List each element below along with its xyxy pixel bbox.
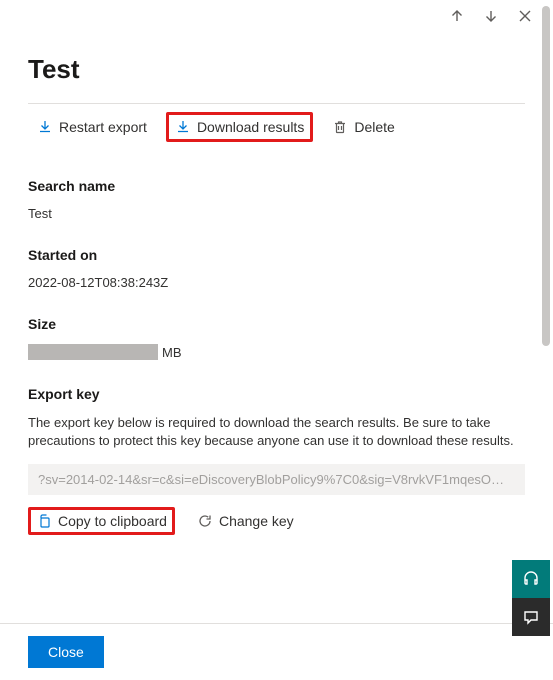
panel-footer: Close [0,623,553,680]
help-headset-button[interactable] [512,560,550,598]
started-on-label: Started on [28,247,525,263]
scrollbar[interactable] [542,6,550,346]
size-section: Size MB [28,316,525,360]
download-icon [175,119,191,135]
export-key-value[interactable]: ?sv=2014-02-14&sr=c&si=eDiscoveryBlobPol… [28,464,525,495]
feedback-button[interactable] [512,598,550,636]
size-value-row: MB [28,344,525,360]
copy-to-clipboard-button[interactable]: Copy to clipboard [28,507,175,535]
copy-label: Copy to clipboard [58,513,167,529]
toolbar: Restart export Download results Delete [28,112,525,142]
close-button[interactable]: Close [28,636,104,668]
export-details-panel: Test Restart export Download results Del… [0,0,553,680]
trash-icon [332,119,348,135]
change-key-button[interactable]: Change key [189,507,302,535]
delete-label: Delete [354,119,394,135]
download-icon [37,119,53,135]
floating-buttons [512,560,550,636]
refresh-icon [197,513,213,529]
export-key-label: Export key [28,386,525,402]
size-redacted [28,344,158,360]
change-key-label: Change key [219,513,294,529]
close-icon[interactable] [517,8,533,27]
copy-icon [36,513,52,529]
export-key-description: The export key below is required to down… [28,414,525,450]
export-key-section: Export key The export key below is requi… [28,386,525,535]
started-on-section: Started on 2022-08-12T08:38:243Z [28,247,525,290]
divider [28,103,525,104]
headset-icon [522,570,540,588]
restart-export-button[interactable]: Restart export [28,112,156,142]
search-name-value: Test [28,206,525,221]
download-results-label: Download results [197,119,304,135]
restart-export-label: Restart export [59,119,147,135]
download-results-button[interactable]: Download results [166,112,313,142]
chat-icon [522,608,540,626]
size-label: Size [28,316,525,332]
search-name-label: Search name [28,178,525,194]
page-title: Test [28,54,525,85]
started-on-value: 2022-08-12T08:38:243Z [28,275,525,290]
size-unit: MB [162,345,182,360]
arrow-up-icon[interactable] [449,8,465,27]
delete-button[interactable]: Delete [323,112,403,142]
search-name-section: Search name Test [28,178,525,221]
panel-controls [449,8,533,27]
export-key-actions: Copy to clipboard Change key [28,507,525,535]
arrow-down-icon[interactable] [483,8,499,27]
